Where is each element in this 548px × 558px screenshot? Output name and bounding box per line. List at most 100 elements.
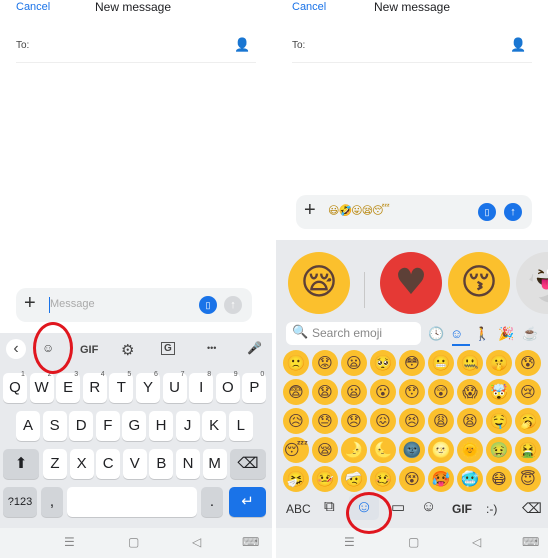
translate-icon[interactable]: G: [161, 342, 175, 355]
home-icon[interactable]: ▢: [408, 535, 419, 549]
emoji-item[interactable]: 🌚: [399, 437, 425, 463]
emoji-item[interactable]: 🤢: [486, 437, 512, 463]
shift-key[interactable]: ⬆: [3, 449, 39, 479]
key-s[interactable]: S: [42, 411, 67, 441]
emoji-item[interactable]: 🤫: [486, 350, 512, 376]
emoji-item[interactable]: 🤮: [515, 437, 541, 463]
emoji-item[interactable]: 🥺: [370, 350, 396, 376]
home-icon[interactable]: ▢: [128, 535, 139, 549]
emoji-item[interactable]: 😢: [515, 379, 541, 405]
emoji-item[interactable]: 🙁: [283, 350, 309, 376]
key-z[interactable]: Z: [43, 449, 67, 479]
key-h[interactable]: H: [149, 411, 173, 441]
settings-icon[interactable]: ⚙: [121, 341, 134, 359]
emoji-item[interactable]: 😫: [457, 408, 483, 434]
sticker-icon[interactable]: ☺: [421, 498, 436, 515]
emoji-item[interactable]: 🤒: [312, 466, 338, 492]
emoji-item[interactable]: 😮: [370, 379, 396, 405]
emoji-kitchen-icon[interactable]: ⧉: [324, 498, 335, 515]
objects-icon[interactable]: ☕: [522, 326, 538, 342]
symbols-key[interactable]: ?123: [3, 487, 37, 517]
emoji-item[interactable]: 🤧: [283, 466, 309, 492]
key-d[interactable]: D: [69, 411, 94, 441]
emoji-item[interactable]: 🤯: [486, 379, 512, 405]
emoji-item[interactable]: 🥴: [370, 466, 396, 492]
key-k[interactable]: K: [202, 411, 227, 441]
emoji-item[interactable]: 😪: [312, 437, 338, 463]
gif-button[interactable]: GIF: [80, 344, 98, 356]
emoji-item[interactable]: 🤕: [341, 466, 367, 492]
keyboard-switch-icon[interactable]: ⌨: [522, 535, 539, 549]
emoji-item[interactable]: 😓: [312, 408, 338, 434]
key-l[interactable]: L: [228, 411, 253, 441]
cancel-button[interactable]: Cancel: [16, 1, 50, 13]
keyboard-switch-icon[interactable]: ⌨: [242, 535, 259, 549]
attachment-icon[interactable]: ▯: [199, 296, 217, 314]
emoji-comma-key[interactable]: ,: [41, 487, 63, 517]
emoji-item[interactable]: 🌛: [341, 437, 367, 463]
key-v[interactable]: V: [122, 449, 147, 479]
nav-back-icon[interactable]: ◁: [192, 535, 201, 549]
message-input[interactable]: 😃🤣😛😪😴: [328, 204, 390, 217]
message-input[interactable]: Message: [50, 298, 95, 310]
emoji-item[interactable]: 🥵: [428, 466, 454, 492]
emoji-item[interactable]: 😖: [370, 408, 396, 434]
space-key[interactable]: [67, 487, 197, 517]
key-c[interactable]: C: [96, 449, 121, 479]
plus-icon[interactable]: +: [304, 199, 316, 222]
attachment-icon[interactable]: ▯: [478, 203, 496, 221]
emoji-item[interactable]: 😥: [283, 408, 309, 434]
emoji-item[interactable]: 😞: [341, 408, 367, 434]
emoji-item[interactable]: 😰: [515, 350, 541, 376]
emoticon-button[interactable]: :-): [486, 502, 497, 516]
key-a[interactable]: A: [16, 411, 40, 441]
back-icon[interactable]: ‹: [6, 339, 26, 359]
recent-icon[interactable]: 🕓: [428, 326, 444, 342]
abc-button[interactable]: ABC: [286, 502, 311, 516]
emoji-item[interactable]: 😟: [312, 350, 338, 376]
emoji-item[interactable]: 🌝: [428, 437, 454, 463]
more-icon[interactable]: •••: [207, 343, 216, 353]
emoji-item[interactable]: 😇: [515, 466, 541, 492]
enter-key[interactable]: ↵: [229, 487, 266, 517]
emoji-item[interactable]: 😵: [399, 466, 425, 492]
key-f[interactable]: F: [95, 411, 120, 441]
backspace-key[interactable]: ⌫: [230, 449, 266, 479]
emoji-item[interactable]: 😴: [283, 437, 309, 463]
emoji-item[interactable]: 🤐: [457, 350, 483, 376]
emoji-item[interactable]: 😨: [283, 379, 309, 405]
mic-icon[interactable]: 🎤: [247, 341, 262, 355]
add-contact-icon[interactable]: 👤: [510, 37, 526, 53]
sticker-suggestion[interactable]: 😪: [288, 252, 350, 314]
emoji-item[interactable]: 😦: [341, 350, 367, 376]
key-g[interactable]: G: [122, 411, 147, 441]
recents-icon[interactable]: ☰: [344, 535, 355, 549]
sticker-suggestion[interactable]: 👻: [516, 252, 548, 314]
key-n[interactable]: N: [176, 449, 200, 479]
recents-icon[interactable]: ☰: [64, 535, 75, 549]
emoji-item[interactable]: 😧: [312, 379, 338, 405]
backspace-icon[interactable]: ⌫: [522, 500, 542, 517]
bitmoji-icon[interactable]: ▭: [391, 498, 405, 516]
sticker-suggestion[interactable]: ♥: [380, 252, 442, 314]
send-icon[interactable]: ↑: [504, 203, 522, 221]
emoji-item[interactable]: 😦: [341, 379, 367, 405]
key-b[interactable]: B: [149, 449, 174, 479]
gif-button[interactable]: GIF: [452, 502, 472, 516]
emoji-item[interactable]: 🥱: [515, 408, 541, 434]
people-icon[interactable]: 🚶: [474, 326, 490, 342]
activities-icon[interactable]: 🎉: [498, 326, 514, 342]
period-key[interactable]: .: [201, 487, 223, 517]
emoji-item[interactable]: 😬: [428, 350, 454, 376]
emoji-item[interactable]: 😳: [399, 350, 425, 376]
key-x[interactable]: X: [69, 449, 94, 479]
cancel-button[interactable]: Cancel: [292, 1, 326, 13]
emoji-item[interactable]: 😩: [428, 408, 454, 434]
emoji-item[interactable]: 😱: [457, 379, 483, 405]
add-contact-icon[interactable]: 👤: [234, 37, 250, 53]
key-j[interactable]: J: [175, 411, 200, 441]
emoji-item[interactable]: 😯: [399, 379, 425, 405]
emoji-item[interactable]: 🌜: [370, 437, 396, 463]
key-m[interactable]: M: [202, 449, 227, 479]
emoji-item[interactable]: 😣: [399, 408, 425, 434]
